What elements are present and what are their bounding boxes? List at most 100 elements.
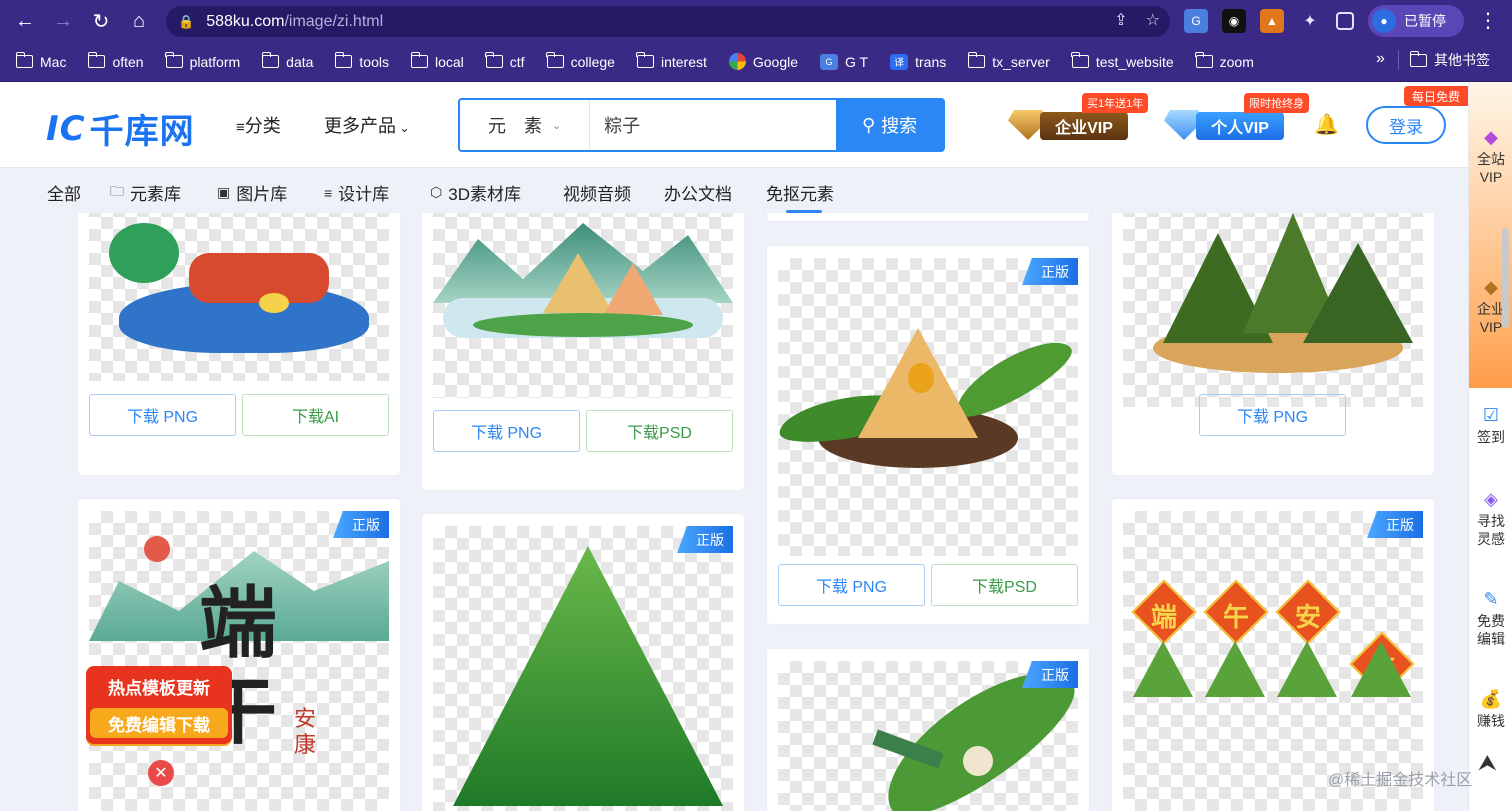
bookmark-label: platform xyxy=(189,53,241,70)
folder-icon xyxy=(165,52,183,68)
cat-video-audio[interactable]: 视频音频 xyxy=(563,180,631,205)
bookmark-data[interactable]: data xyxy=(261,52,313,70)
bookmark-star-icon[interactable]: ☆ xyxy=(1146,10,1160,30)
zongzi-board-image[interactable] xyxy=(1123,213,1423,407)
scrollbar[interactable] xyxy=(1502,228,1509,328)
cat-office[interactable]: 办公文档 xyxy=(664,180,732,205)
dragon-head-shape xyxy=(109,223,179,283)
chevron-down-icon: ⌄ xyxy=(396,121,410,135)
download-png-button[interactable]: 下载 PNG xyxy=(778,564,925,606)
boat-shape xyxy=(189,253,329,303)
folder-icon xyxy=(1409,50,1427,67)
bookmark-local[interactable]: local xyxy=(410,52,464,70)
search-input[interactable] xyxy=(590,100,837,150)
result-card[interactable]: 端午 安康 正版 xyxy=(78,499,400,811)
puzzle-extensions-icon[interactable]: ✦ xyxy=(1298,9,1322,33)
search-button[interactable]: ⚲ 搜索 xyxy=(836,100,943,150)
bookmark-gt[interactable]: GG T xyxy=(820,53,868,70)
bookmark-test-website[interactable]: test_website xyxy=(1071,52,1174,70)
other-bookmarks[interactable]: 其他书签 xyxy=(1409,50,1490,70)
spy-extension-icon[interactable]: ◉ xyxy=(1222,9,1246,33)
sidebar-inspiration[interactable]: ◈ 寻找 灵感 xyxy=(1469,490,1512,548)
bookmark-trans[interactable]: 译 trans xyxy=(890,53,946,70)
bookmark-ctf[interactable]: ctf xyxy=(485,52,525,70)
bookmarks-overflow-button[interactable]: » xyxy=(1376,50,1385,68)
result-card[interactable]: 下载 PNG 下载AI xyxy=(78,213,400,475)
result-card-partial[interactable] xyxy=(767,213,1089,221)
search-type-select[interactable]: 元 素 ⌄ xyxy=(460,100,591,150)
bookmark-tx-server[interactable]: tx_server xyxy=(967,52,1050,70)
result-card[interactable]: 下载 PNG xyxy=(1112,213,1434,475)
translate-extension-icon[interactable]: G xyxy=(1184,9,1208,33)
sidebar-free-edit[interactable]: ✎ 免费 编辑 xyxy=(1469,590,1512,648)
bookmark-label: test_website xyxy=(1095,53,1174,70)
tile-char: 安 xyxy=(1294,602,1321,632)
sidebar-earn[interactable]: 💰 赚钱 xyxy=(1469,690,1512,730)
search-icon: ⚲ xyxy=(861,114,876,135)
sidebar-site-vip[interactable]: ◆ 全站 VIP xyxy=(1469,128,1512,186)
menu-lines-icon: ≡ xyxy=(236,119,245,136)
mountain-zongzi-image[interactable] xyxy=(433,213,733,398)
personal-vip-button[interactable]: 个人VIP xyxy=(1196,112,1284,140)
cat-design[interactable]: ≡ 设计库 xyxy=(324,180,389,205)
profile-button[interactable]: ● 已暂停 xyxy=(1368,5,1464,37)
cat-cutout[interactable]: 免抠元素 xyxy=(766,180,834,205)
download-psd-button[interactable]: 下载PSD xyxy=(931,564,1078,606)
sidebar-checkin[interactable]: ☑ 签到 xyxy=(1469,406,1512,446)
nav-more-products[interactable]: 更多产品 ⌄ xyxy=(324,112,409,138)
download-ai-button[interactable]: 下载AI xyxy=(242,394,389,436)
back-icon[interactable]: ← xyxy=(6,0,44,42)
daily-free-badge[interactable]: 每日免费 xyxy=(1404,86,1469,106)
bookmark-interest[interactable]: interest xyxy=(636,52,707,70)
enterprise-vip-button[interactable]: 企业VIP xyxy=(1040,112,1128,140)
duanwu-poster-image[interactable]: 端午 安康 xyxy=(89,511,389,811)
cat-all[interactable]: 全部 xyxy=(47,180,81,205)
zongzi-shape xyxy=(453,546,723,806)
bookmark-mac[interactable]: Mac xyxy=(15,52,66,70)
cat-3d[interactable]: ⬡ 3D素材库 xyxy=(430,180,521,205)
bookmark-label: Google xyxy=(752,53,799,70)
side-panel-icon[interactable] xyxy=(1336,12,1354,30)
download-psd-button[interactable]: 下载PSD xyxy=(586,410,733,452)
dragon-boat-image[interactable] xyxy=(89,213,389,381)
home-icon[interactable]: ⌂ xyxy=(120,0,158,42)
download-png-button[interactable]: 下载 PNG xyxy=(1199,394,1346,436)
browser-toolbar: ← → ↻ ⌂ 🔒 588ku.com/image/zi.html ⇪ ☆ G … xyxy=(0,0,1512,42)
fox-extension-icon[interactable]: ▲ xyxy=(1260,9,1284,33)
promo-popup[interactable]: 热点模板更新 免费编辑下载 xyxy=(86,666,232,744)
back-to-top-icon[interactable]: ⮝ xyxy=(1478,750,1497,776)
site-logo[interactable]: IC 千库网 xyxy=(46,104,195,153)
bookmark-google[interactable]: Google xyxy=(728,53,799,70)
result-card[interactable]: 正版 下载 PNG 下载PSD xyxy=(767,246,1089,624)
bookmark-often[interactable]: often xyxy=(87,52,144,70)
bookmark-college[interactable]: college xyxy=(546,52,615,70)
result-card[interactable]: 端 午 安 康 正版 xyxy=(1112,499,1434,811)
bookmark-label: often xyxy=(112,53,144,70)
cat-elements[interactable]: 🗀 元素库 xyxy=(110,180,181,205)
bookmark-tools[interactable]: tools xyxy=(334,52,389,70)
folder-icon xyxy=(967,52,986,68)
reload-icon[interactable]: ↻ xyxy=(82,0,120,42)
result-card[interactable]: 正版 xyxy=(422,514,744,811)
green-zongzi-image[interactable] xyxy=(433,526,733,811)
menu-icon[interactable]: ⋮ xyxy=(1478,8,1498,33)
cat-images[interactable]: ▣ 图片库 xyxy=(217,180,287,205)
download-png-button[interactable]: 下载 PNG xyxy=(433,410,580,452)
close-icon[interactable]: ✕ xyxy=(148,760,174,786)
address-bar[interactable]: 🔒 588ku.com/image/zi.html ⇪ ☆ xyxy=(166,6,1170,37)
result-card[interactable]: 正版 xyxy=(767,649,1089,811)
bookmark-platform[interactable]: platform xyxy=(165,52,241,70)
share-icon[interactable]: ⇪ xyxy=(1114,10,1127,30)
bookmark-zoom[interactable]: zoom xyxy=(1195,52,1254,70)
zongzi-plate-image[interactable] xyxy=(778,258,1078,556)
result-card[interactable]: 下载 PNG 下载PSD xyxy=(422,213,744,490)
category-bar: 全部 🗀 元素库 ▣ 图片库 ≡ 设计库 ⬡ 3D素材库 视频音频 办公文档 免抠元素 xyxy=(0,167,1468,213)
forward-icon[interactable]: → xyxy=(44,0,82,42)
folder-outline-icon: 🗀 xyxy=(110,182,124,199)
bell-icon[interactable]: 🔔 xyxy=(1314,112,1339,137)
login-button[interactable]: 登录 xyxy=(1366,106,1446,144)
cat-label: 办公文档 xyxy=(664,185,732,204)
nav-category[interactable]: ≡分类 xyxy=(236,112,281,138)
watermark: @稀土掘金技术社区 xyxy=(1328,772,1473,789)
download-png-button[interactable]: 下载 PNG xyxy=(89,394,236,436)
